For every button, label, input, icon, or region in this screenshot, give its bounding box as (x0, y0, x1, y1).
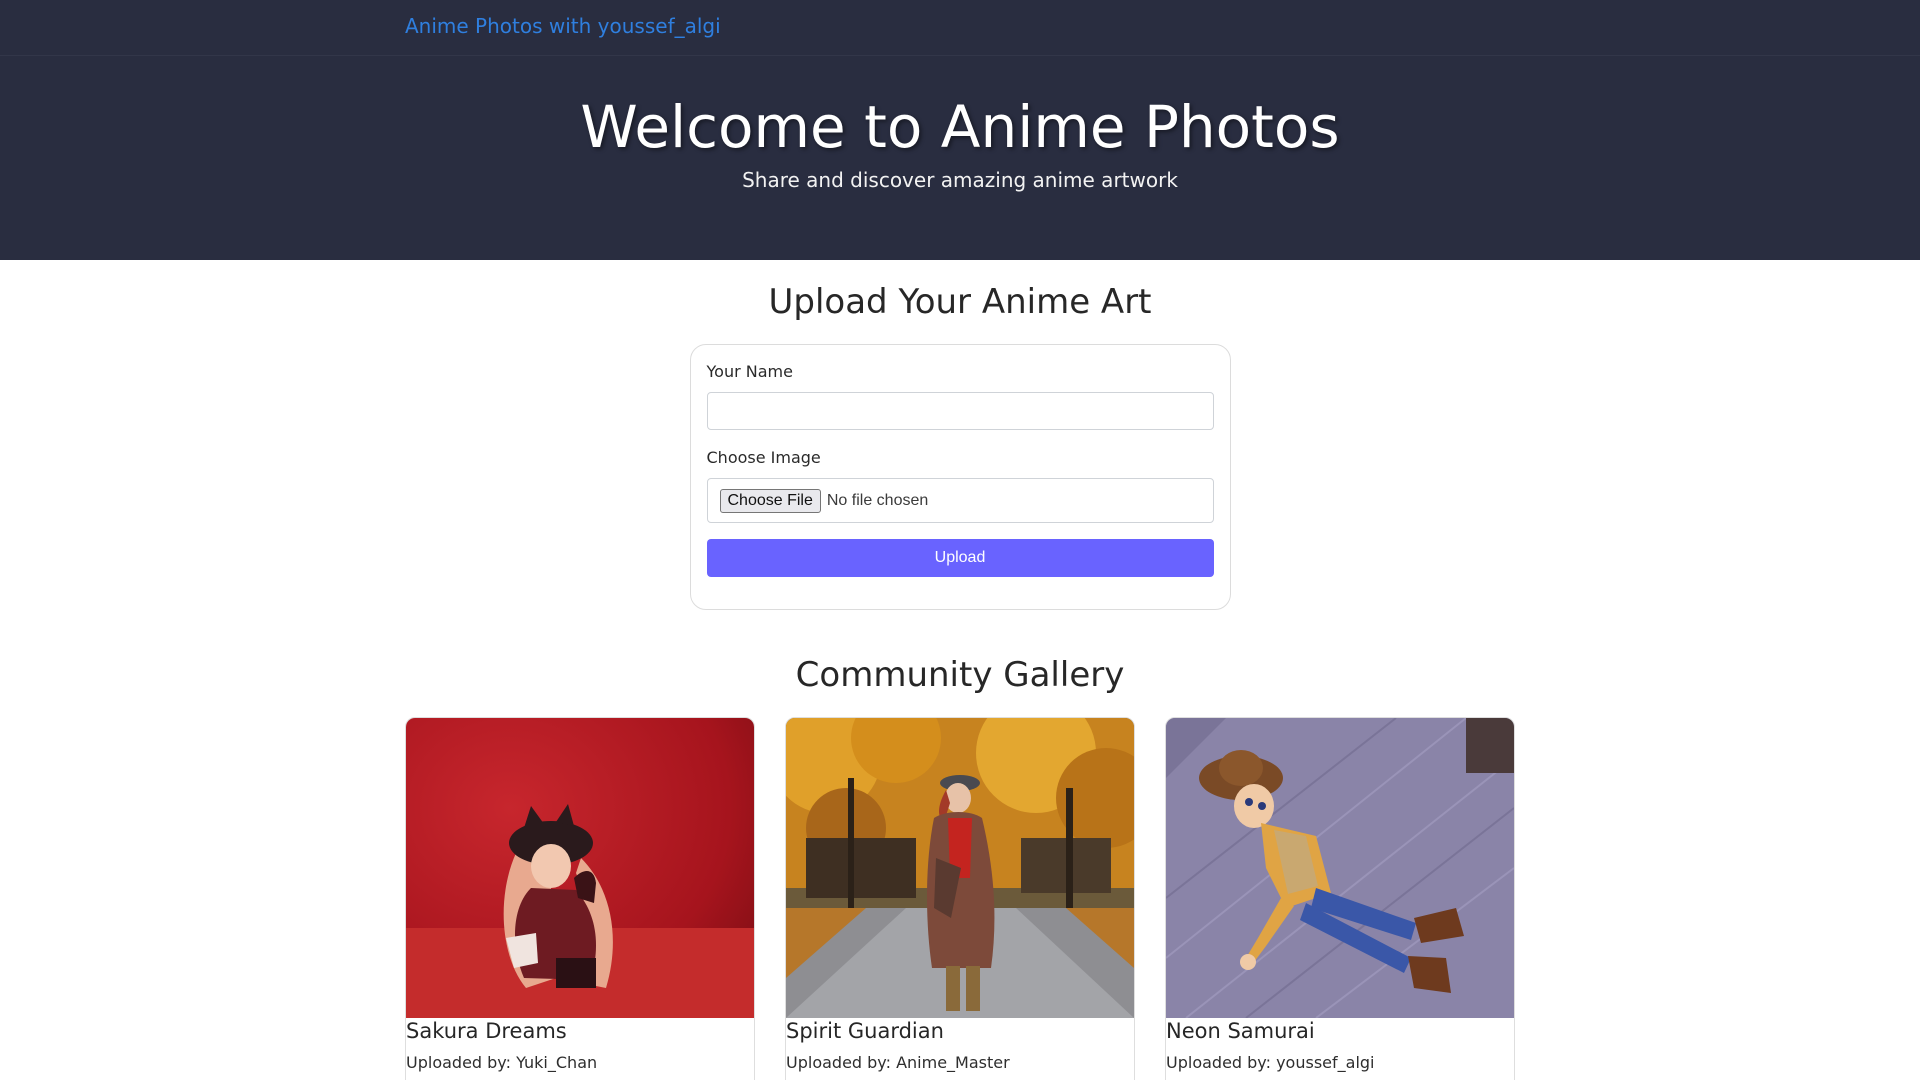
gallery-card[interactable]: Neon Samurai Uploaded by: youssef_algi (1165, 717, 1515, 1080)
image-label: Choose Image (706, 448, 821, 467)
gallery-card[interactable]: Spirit Guardian Uploaded by: Anime_Maste… (785, 717, 1135, 1080)
card-title: Spirit Guardian (786, 1019, 944, 1043)
gallery-card[interactable]: Sakura Dreams Uploaded by: Yuki_Chan (405, 717, 755, 1080)
autumn-park-photo (786, 718, 1134, 1018)
gallery-section: Community Gallery Sakura Dreams Uploaded… (0, 655, 1920, 1080)
file-input[interactable]: Choose File No file chosen (706, 478, 1214, 523)
brand-link[interactable]: Anime Photos with youssef_algi (405, 14, 721, 38)
hero-banner: Welcome to Anime Photos Share and discov… (0, 56, 1920, 260)
file-status-text: No file chosen (826, 491, 929, 509)
gallery-heading: Community Gallery (795, 655, 1125, 695)
upload-button[interactable]: Upload (706, 539, 1214, 577)
name-label: Your Name (706, 362, 793, 381)
navbar: Anime Photos with youssef_algi (0, 0, 1920, 56)
card-title: Sakura Dreams (406, 1019, 567, 1043)
choose-file-button[interactable]: Choose File (719, 488, 821, 513)
card-uploader: Uploaded by: Yuki_Chan (406, 1053, 598, 1072)
gallery-grid: Sakura Dreams Uploaded by: Yuki_Chan Spi… (405, 717, 1515, 1080)
red-figure-photo (406, 718, 754, 1018)
card-uploader: Uploaded by: Anime_Master (786, 1053, 1010, 1072)
upload-heading: Upload Your Anime Art (768, 282, 1152, 322)
hero-title: Welcome to Anime Photos (580, 93, 1340, 161)
upload-section: Upload Your Anime Art Your Name Choose I… (0, 282, 1920, 610)
card-uploader: Uploaded by: youssef_algi (1166, 1053, 1375, 1072)
name-input[interactable] (706, 392, 1214, 430)
hero-subtitle: Share and discover amazing anime artwork (742, 167, 1178, 192)
cowboy-toy-photo (1166, 718, 1514, 1018)
upload-form: Your Name Choose Image Choose File No fi… (689, 344, 1231, 610)
card-title: Neon Samurai (1166, 1019, 1315, 1043)
